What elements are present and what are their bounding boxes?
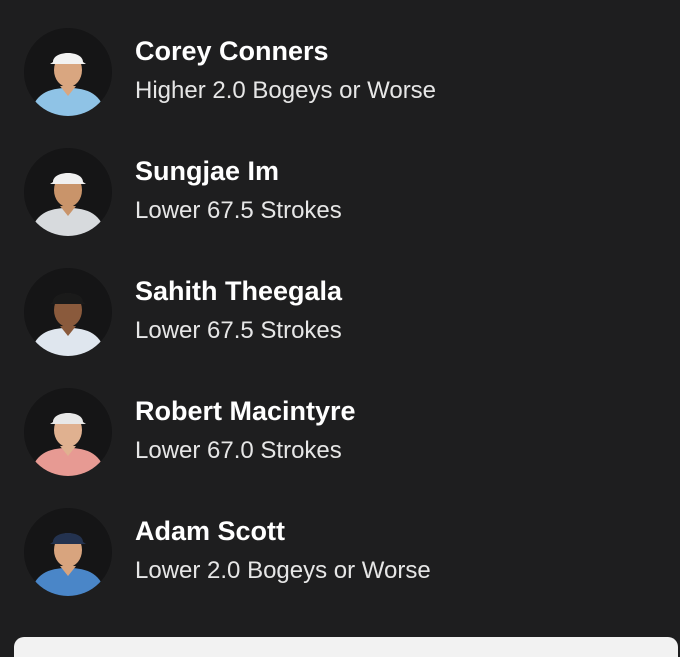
player-row[interactable]: Adam Scott Lower 2.0 Bogeys or Worse xyxy=(0,500,680,620)
player-row[interactable]: Sahith Theegala Lower 67.5 Strokes xyxy=(0,260,680,380)
player-name: Sungjae Im xyxy=(135,156,280,186)
player-photo-icon xyxy=(24,148,112,236)
player-photo-icon xyxy=(24,268,112,356)
player-name: Adam Scott xyxy=(135,516,286,546)
player-row[interactable]: Robert Macintyre Lower 67.0 Strokes xyxy=(0,380,680,500)
player-pick: Higher 2.0 Bogeys or Worse xyxy=(135,77,437,104)
player-photo-icon xyxy=(24,508,112,596)
player-pick: Lower 2.0 Bogeys or Worse xyxy=(135,557,431,584)
bottom-sheet-edge xyxy=(14,637,678,657)
player-pick: Lower 67.0 Strokes xyxy=(135,437,342,464)
player-name: Corey Conners xyxy=(135,36,329,66)
player-row[interactable]: Corey Conners Higher 2.0 Bogeys or Worse xyxy=(0,20,680,140)
player-photo-icon xyxy=(24,388,112,476)
player-name: Robert Macintyre xyxy=(135,396,356,426)
player-photo-icon xyxy=(24,28,112,116)
player-name: Sahith Theegala xyxy=(135,276,343,306)
player-row[interactable]: Sungjae Im Lower 67.5 Strokes xyxy=(0,140,680,260)
player-pick: Lower 67.5 Strokes xyxy=(135,317,342,344)
player-pick: Lower 67.5 Strokes xyxy=(135,197,342,224)
